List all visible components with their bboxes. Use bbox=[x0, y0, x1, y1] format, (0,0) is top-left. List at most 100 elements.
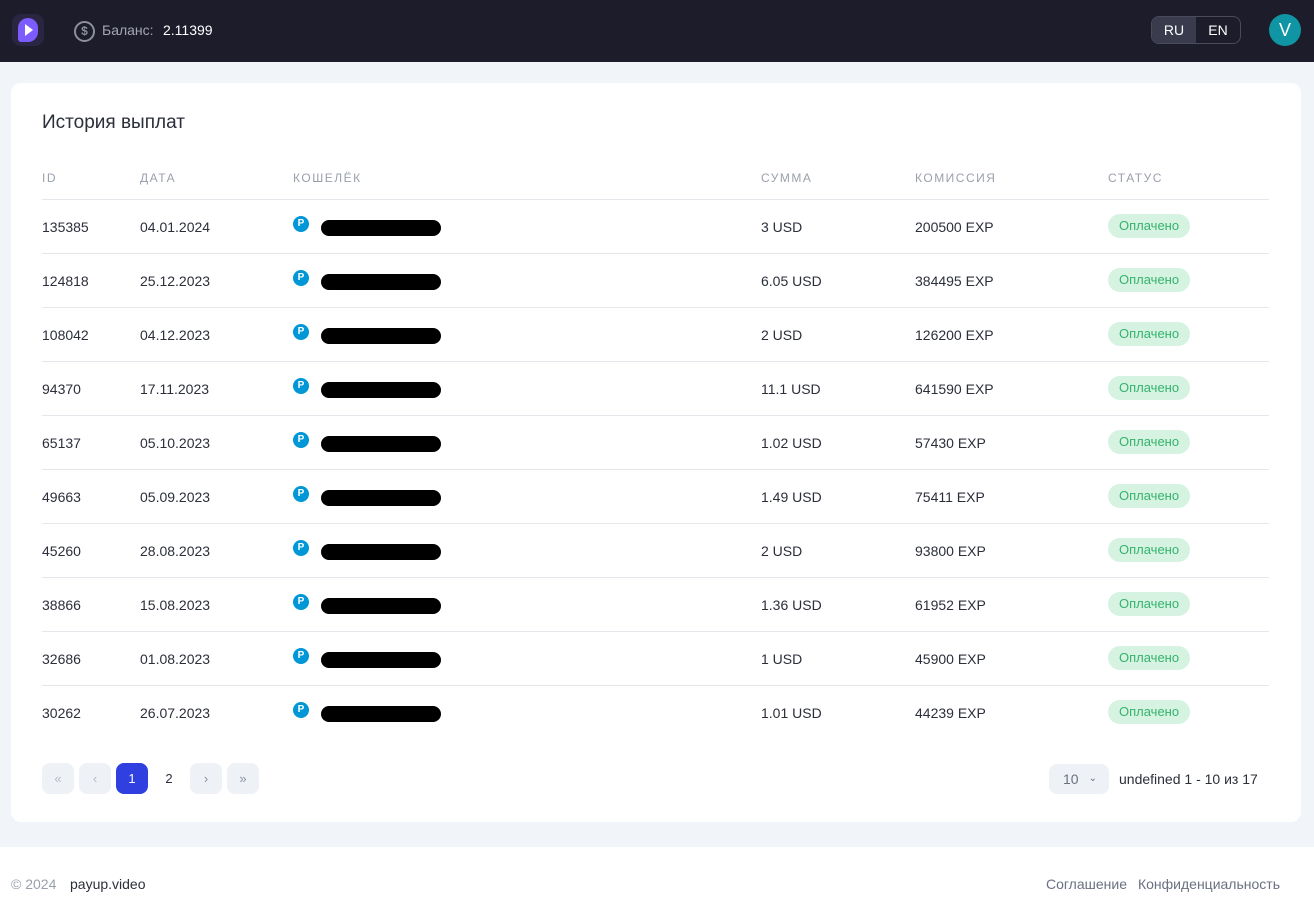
page-title: История выплат bbox=[42, 112, 185, 133]
payout-date: 05.09.2023 bbox=[140, 489, 211, 505]
dollar-coin-icon: $ bbox=[74, 21, 95, 42]
status-badge: Оплачено bbox=[1108, 646, 1191, 670]
table-row: 32686 01.08.2023 P 1 USD 45900 EXP Оплачено bbox=[42, 632, 1269, 686]
balance-label: Баланс: bbox=[102, 22, 154, 38]
payout-fee: 384495 EXP bbox=[915, 273, 994, 289]
payout-fee: 57430 EXP bbox=[915, 435, 986, 451]
payout-id: 108042 bbox=[42, 327, 89, 343]
next-page-button[interactable]: › bbox=[190, 763, 222, 794]
redacted-wallet bbox=[321, 382, 441, 398]
payout-date: 04.01.2024 bbox=[140, 219, 211, 235]
payout-id: 124818 bbox=[42, 273, 89, 289]
payout-sum: 1.02 USD bbox=[761, 435, 822, 451]
payout-date: 05.10.2023 bbox=[140, 435, 211, 451]
page-1-button[interactable]: 1 bbox=[116, 763, 148, 794]
per-page-value: 10 bbox=[1063, 771, 1079, 787]
footer-links: Соглашение Конфиденциальность bbox=[1046, 876, 1280, 892]
payout-fee: 126200 EXP bbox=[915, 327, 994, 343]
payout-sum: 1.01 USD bbox=[761, 705, 822, 721]
payout-id: 38866 bbox=[42, 597, 81, 613]
payout-fee: 641590 EXP bbox=[915, 381, 994, 397]
chevron-down-icon: ⌄ bbox=[1088, 773, 1097, 784]
redacted-wallet bbox=[321, 652, 441, 668]
payout-sum: 2 USD bbox=[761, 543, 803, 559]
payout-date: 25.12.2023 bbox=[140, 273, 211, 289]
payout-sum: 11.1 USD bbox=[761, 381, 821, 397]
status-badge: Оплачено bbox=[1108, 484, 1191, 508]
table-row: 49663 05.09.2023 P 1.49 USD 75411 EXP Оплачен… bbox=[42, 470, 1269, 524]
payeer-wallet-icon: P bbox=[293, 540, 309, 556]
top-bar: $ Баланс: 2.11399 RU EN V bbox=[0, 0, 1314, 62]
balance-value: 2.11399 bbox=[163, 22, 213, 38]
logo-icon[interactable] bbox=[12, 14, 44, 46]
payeer-wallet-icon: P bbox=[293, 432, 309, 448]
payout-sum: 3 USD bbox=[761, 219, 803, 235]
table-row: 94370 17.11.2023 P 11.1 USD 641590 EXP Оплаче… bbox=[42, 362, 1269, 416]
payeer-wallet-icon: P bbox=[293, 702, 309, 718]
payout-date: 01.08.2023 bbox=[140, 651, 211, 667]
table-row: 108042 04.12.2023 P 2 USD 126200 EXP Оплачено bbox=[42, 308, 1269, 362]
column-header-wallet: КОШЕЛЁК bbox=[293, 171, 362, 185]
footer: © 2024 payup.video Соглашение Конфиденци… bbox=[0, 847, 1314, 905]
payout-id: 30262 bbox=[42, 705, 81, 721]
payeer-wallet-icon: P bbox=[293, 378, 309, 394]
user-avatar[interactable]: V bbox=[1269, 14, 1301, 46]
table-row: 38866 15.08.2023 P 1.36 USD 61952 EXP Оплачен… bbox=[42, 578, 1269, 632]
column-header-date: ДАТА bbox=[140, 171, 177, 185]
payout-date: 15.08.2023 bbox=[140, 597, 211, 613]
agreement-link[interactable]: Соглашение bbox=[1046, 876, 1127, 892]
first-page-button[interactable]: « bbox=[42, 763, 74, 794]
language-switcher: RU EN bbox=[1151, 16, 1241, 44]
status-badge: Оплачено bbox=[1108, 700, 1191, 724]
status-badge: Оплачено bbox=[1108, 322, 1191, 346]
pagination: « ‹ 1 2 › » bbox=[42, 763, 259, 794]
status-badge: Оплачено bbox=[1108, 538, 1191, 562]
payout-table: ID ДАТА КОШЕЛЁК СУММА КОМИССИЯ СТАТУС 13… bbox=[42, 163, 1269, 740]
table-body: 135385 04.01.2024 P 3 USD 200500 EXP Оплачено… bbox=[42, 200, 1269, 740]
redacted-wallet bbox=[321, 436, 441, 452]
payeer-wallet-icon: P bbox=[293, 270, 309, 286]
payout-sum: 2 USD bbox=[761, 327, 803, 343]
payout-sum: 1 USD bbox=[761, 651, 803, 667]
payout-id: 32686 bbox=[42, 651, 81, 667]
last-page-button[interactable]: » bbox=[227, 763, 259, 794]
privacy-link[interactable]: Конфиденциальность bbox=[1138, 876, 1280, 892]
redacted-wallet bbox=[321, 706, 441, 722]
page-2-button[interactable]: 2 bbox=[153, 763, 185, 794]
column-header-status: СТАТУС bbox=[1108, 171, 1163, 185]
payout-fee: 75411 EXP bbox=[915, 489, 985, 505]
prev-page-button[interactable]: ‹ bbox=[79, 763, 111, 794]
table-row: 45260 28.08.2023 P 2 USD 93800 EXP Оплачено bbox=[42, 524, 1269, 578]
payout-sum: 1.36 USD bbox=[761, 597, 822, 613]
status-badge: Оплачено bbox=[1108, 214, 1191, 238]
redacted-wallet bbox=[321, 490, 441, 506]
per-page-select[interactable]: 10 ⌄ bbox=[1049, 764, 1109, 794]
payeer-wallet-icon: P bbox=[293, 594, 309, 610]
payout-fee: 45900 EXP bbox=[915, 651, 986, 667]
site-name: payup.video bbox=[70, 876, 146, 892]
table-header: ID ДАТА КОШЕЛЁК СУММА КОМИССИЯ СТАТУС bbox=[42, 163, 1269, 200]
payout-sum: 6.05 USD bbox=[761, 273, 822, 289]
table-row: 124818 25.12.2023 P 6.05 USD 384495 EXP Оплач… bbox=[42, 254, 1269, 308]
payeer-wallet-icon: P bbox=[293, 486, 309, 502]
table-row: 65137 05.10.2023 P 1.02 USD 57430 EXP Оплачен… bbox=[42, 416, 1269, 470]
status-badge: Оплачено bbox=[1108, 592, 1191, 616]
payout-date: 17.11.2023 bbox=[140, 381, 210, 397]
payout-id: 94370 bbox=[42, 381, 81, 397]
payout-sum: 1.49 USD bbox=[761, 489, 822, 505]
page-range-text: undefined 1 - 10 из 17 bbox=[1119, 771, 1258, 787]
payout-id: 49663 bbox=[42, 489, 81, 505]
copyright: © 2024 bbox=[11, 876, 57, 892]
payout-fee: 61952 EXP bbox=[915, 597, 986, 613]
payeer-wallet-icon: P bbox=[293, 648, 309, 664]
payout-id: 65137 bbox=[42, 435, 81, 451]
payout-date: 04.12.2023 bbox=[140, 327, 211, 343]
payout-history-card: История выплат ID ДАТА КОШЕЛЁК СУММА КОМ… bbox=[11, 83, 1301, 822]
payout-fee: 44239 EXP bbox=[915, 705, 986, 721]
table-row: 30262 26.07.2023 P 1.01 USD 44239 EXP Оплачен… bbox=[42, 686, 1269, 740]
language-en-button[interactable]: EN bbox=[1196, 17, 1240, 43]
column-header-id: ID bbox=[42, 171, 57, 185]
language-ru-button[interactable]: RU bbox=[1152, 17, 1196, 43]
table-row: 135385 04.01.2024 P 3 USD 200500 EXP Оплачено bbox=[42, 200, 1269, 254]
payout-fee: 93800 EXP bbox=[915, 543, 986, 559]
